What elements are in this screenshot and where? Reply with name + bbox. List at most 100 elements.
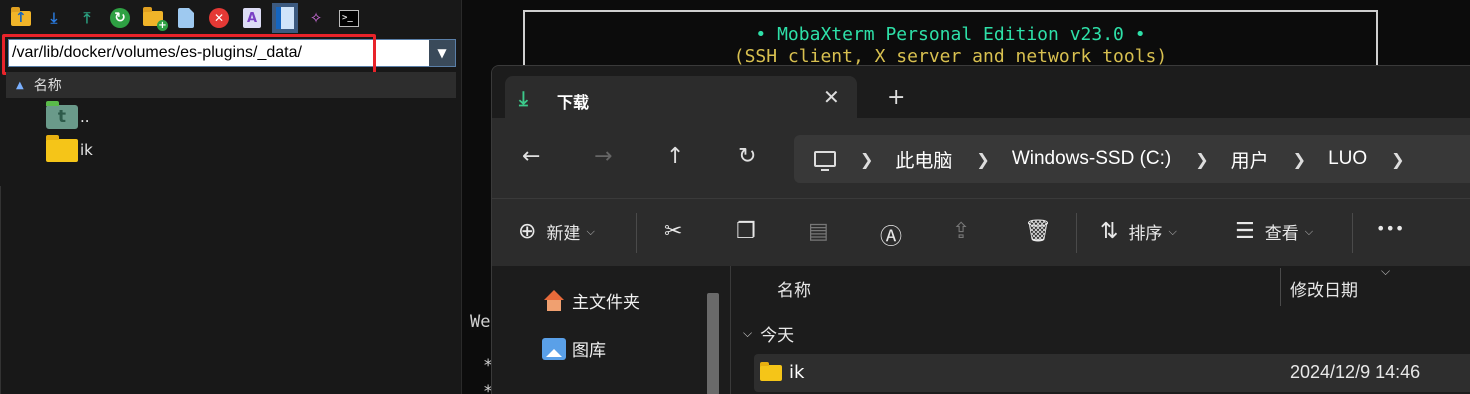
file-name: ik: [80, 141, 93, 159]
magic-wand-icon[interactable]: ✧: [305, 7, 327, 29]
divider: [1352, 213, 1353, 253]
folder-icon: [46, 134, 78, 162]
terminal-text: We: [470, 312, 491, 332]
sort-button[interactable]: ⇅ 排序 ⌵: [1100, 219, 1177, 244]
new-label: 新建: [546, 224, 581, 244]
command-bar: ⊕ 新建 ⌵ ✂ ❐ ▤ Ⓐ ⇪ 🗑 ⇅ 排序 ⌵ ☰ 查看 ⌵ •••: [492, 198, 1470, 266]
list-item[interactable]: ik 2024/12/9 14:46: [754, 354, 1470, 392]
refresh-icon[interactable]: ↻: [109, 7, 131, 29]
breadcrumb-drive[interactable]: Windows-SSD (C:): [1012, 148, 1171, 170]
up-arrow-icon[interactable]: ↑: [666, 144, 684, 169]
share-icon: ⇪: [952, 219, 971, 244]
cut-button[interactable]: ✂: [664, 219, 682, 244]
file-list: ⌵ 名称 修改日期 ⌵ 今天 ik 2024/12/9 14:46: [731, 264, 1470, 394]
chevron-right-icon[interactable]: ❯: [1391, 150, 1404, 169]
download-icon[interactable]: ⤓: [43, 7, 65, 29]
sftp-toolbar: ⤓ ⤒ ↻ ✕ A ✧ >_: [0, 0, 462, 36]
group-header-today[interactable]: ⌵ 今天: [743, 321, 794, 346]
back-arrow-icon[interactable]: ←: [522, 144, 540, 169]
column-divider[interactable]: [1280, 268, 1281, 306]
address-bar[interactable]: ❯ 此电脑 ❯ Windows-SSD (C:) ❯ 用户 ❯ LUO ❯: [794, 135, 1470, 183]
rename-icon: Ⓐ: [880, 225, 903, 250]
paste-button[interactable]: ▤: [808, 219, 829, 244]
more-options-button[interactable]: •••: [1376, 219, 1404, 238]
divider: [636, 213, 637, 253]
tab-downloads[interactable]: ⤓ 下载 ✕: [505, 76, 857, 118]
delete-button[interactable]: 🗑: [1024, 219, 1052, 244]
folder-up-icon[interactable]: [10, 6, 32, 29]
parent-folder-icon: t: [46, 101, 78, 129]
breadcrumb-user[interactable]: LUO: [1328, 148, 1367, 170]
chevron-right-icon[interactable]: ❯: [860, 150, 873, 169]
divider: [1076, 213, 1077, 253]
file-name: ..: [80, 108, 90, 126]
terminal-icon[interactable]: >_: [338, 7, 360, 29]
gallery-icon: [542, 337, 566, 360]
column-header-name[interactable]: 名称: [777, 276, 811, 301]
more-icon: •••: [1376, 219, 1405, 238]
sort-icon: ⇅: [1100, 219, 1119, 244]
scissors-icon: ✂: [664, 219, 683, 244]
clipboard-icon: ▤: [808, 219, 829, 244]
trash-icon: 🗑: [1024, 219, 1052, 244]
file-date: 2024/12/9 14:46: [1290, 362, 1421, 382]
welcome-banner: • MobaXterm Personal Edition v23.0 • (SS…: [523, 10, 1378, 70]
view-button[interactable]: ☰ 查看 ⌵: [1235, 219, 1313, 244]
refresh-icon[interactable]: ↻: [738, 144, 756, 169]
chevron-down-icon: ⌵: [586, 224, 595, 238]
sort-label: 排序: [1128, 224, 1163, 244]
chevron-down-icon: ⌵: [743, 326, 753, 340]
chevron-down-icon: ⌵: [1304, 224, 1314, 238]
view-list-icon: ☰: [1235, 219, 1255, 244]
copy-button[interactable]: ❐: [736, 219, 756, 244]
path-combobox[interactable]: ▼: [8, 39, 456, 67]
nav-item-label: 主文件夹: [572, 293, 640, 313]
new-tab-button[interactable]: +: [887, 85, 905, 110]
file-row-ik[interactable]: ik: [46, 134, 93, 165]
new-folder-icon[interactable]: [142, 6, 168, 31]
chevron-right-icon[interactable]: ❯: [976, 150, 989, 169]
breadcrumb-this-pc[interactable]: 此电脑: [895, 146, 952, 173]
chevron-right-icon[interactable]: ❯: [1195, 150, 1208, 169]
close-tab-button[interactable]: ✕: [823, 85, 840, 109]
new-button[interactable]: ⊕ 新建 ⌵: [518, 219, 595, 244]
forward-arrow-icon[interactable]: →: [594, 144, 612, 169]
chevron-down-icon: ⌵: [1168, 224, 1177, 238]
view-label: 查看: [1264, 224, 1299, 244]
chevron-down-icon[interactable]: ▼: [429, 40, 455, 66]
column-name-label: 名称: [33, 78, 62, 94]
upload-icon[interactable]: ⤒: [76, 7, 98, 29]
scrollbar[interactable]: [707, 293, 719, 394]
file-list-header[interactable]: ▲ 名称: [6, 72, 456, 98]
nav-item-home[interactable]: 主文件夹: [542, 288, 640, 313]
nav-item-gallery[interactable]: 图库: [542, 336, 606, 361]
new-file-icon[interactable]: [175, 7, 197, 29]
navigation-bar: ← → ↑ ↻ ❯ 此电脑 ❯ Windows-SSD (C:) ❯ 用户 ❯ …: [492, 118, 1470, 198]
tab-title: 下载: [557, 93, 590, 112]
home-icon: [542, 289, 566, 312]
rename-icon[interactable]: A: [241, 7, 263, 29]
folder-icon: [760, 362, 782, 381]
panel-divider: [0, 186, 6, 394]
computer-icon: [814, 151, 836, 171]
tab-strip: ⤓ 下载 ✕ +: [492, 66, 1470, 118]
bookmark-icon[interactable]: [272, 3, 298, 33]
file-explorer-window: ⤓ 下载 ✕ + ← → ↑ ↻ ❯ 此电脑 ❯ Windows-SSD (C:…: [491, 65, 1470, 394]
chevron-right-icon[interactable]: ❯: [1293, 150, 1306, 169]
delete-icon[interactable]: ✕: [208, 7, 230, 29]
nav-item-label: 图库: [572, 341, 606, 361]
copy-icon: ❐: [736, 219, 756, 244]
file-name: ik: [789, 362, 805, 383]
column-header-date[interactable]: 修改日期: [1290, 276, 1358, 301]
banner-title: • MobaXterm Personal Edition v23.0 •: [755, 24, 1146, 45]
download-icon: ⤓: [519, 86, 528, 110]
breadcrumb-users[interactable]: 用户: [1231, 146, 1269, 173]
sftp-panel: ⤓ ⤒ ↻ ✕ A ✧ >_ ▼ ▲ 名称 t .. ik: [0, 0, 462, 394]
path-input[interactable]: [9, 40, 429, 66]
share-button[interactable]: ⇪: [952, 219, 970, 244]
plus-circle-icon: ⊕: [518, 219, 537, 244]
navigation-pane: 主文件夹 图库: [492, 266, 730, 394]
group-label: 今天: [760, 326, 795, 346]
rename-button[interactable]: Ⓐ: [880, 219, 902, 251]
file-row-parent[interactable]: t ..: [46, 101, 90, 132]
